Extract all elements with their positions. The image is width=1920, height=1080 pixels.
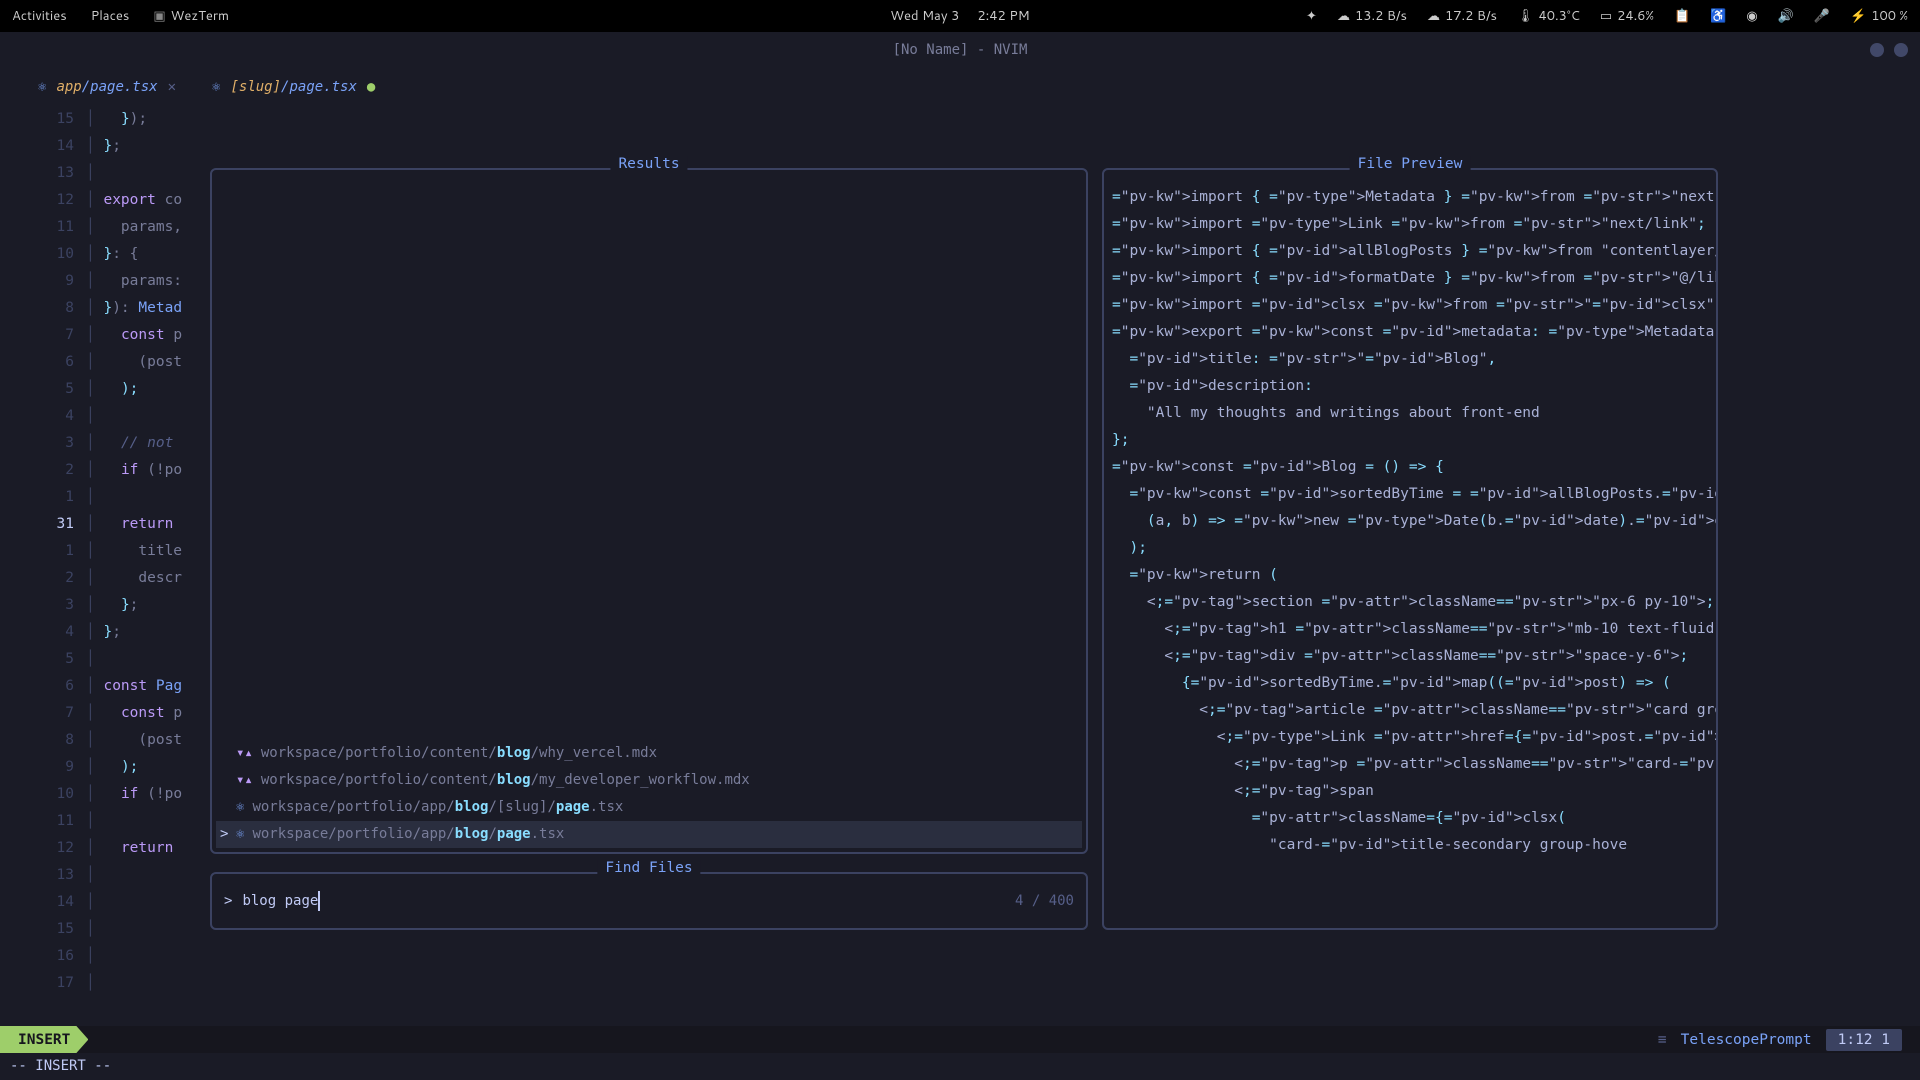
react-icon: ⚛ bbox=[236, 794, 244, 821]
react-icon: ⚛ bbox=[38, 79, 46, 95]
markdown-icon: ▾▴ bbox=[236, 740, 253, 767]
telescope-prompt: Find Files > blog page 4 / 400 bbox=[210, 872, 1088, 930]
gnome-topbar: Activities Places ▣ WezTerm Wed May 3 2:… bbox=[0, 0, 1920, 32]
search-input[interactable]: blog page bbox=[242, 891, 1015, 911]
volume-icon[interactable]: 🔊 bbox=[1778, 7, 1794, 25]
preview-title: File Preview bbox=[1350, 156, 1471, 172]
markdown-icon: ▾▴ bbox=[236, 767, 253, 794]
cpu-icon: ▭ bbox=[1600, 7, 1612, 25]
result-item[interactable]: ▾▴workspace/portfolio/content/blog/my_de… bbox=[216, 767, 1082, 794]
download-icon: ☁ bbox=[1337, 7, 1350, 25]
results-title: Results bbox=[610, 156, 687, 172]
statusline: INSERT ≡ TelescopePrompt 1:12 1 bbox=[0, 1026, 1920, 1053]
app-menu[interactable]: ▣ WezTerm bbox=[153, 7, 229, 25]
window-titlebar: [No Name] - NVIM bbox=[0, 32, 1920, 68]
text-cursor bbox=[318, 891, 320, 911]
telescope-picker: Results ▾▴workspace/portfolio/content/bl… bbox=[210, 168, 1718, 930]
net-up-indicator: ☁17.2 B/s bbox=[1427, 7, 1497, 25]
line-gutter: 1514131211109876543213112345678910111213… bbox=[0, 106, 86, 1022]
close-icon[interactable]: ✕ bbox=[168, 79, 176, 95]
modified-indicator: ● bbox=[367, 79, 375, 95]
clock-date[interactable]: Wed May 3 bbox=[890, 7, 959, 25]
window-title: [No Name] - NVIM bbox=[893, 42, 1028, 58]
filetype-indicator: TelescopePrompt bbox=[1681, 1032, 1812, 1048]
telescope-results: Results ▾▴workspace/portfolio/content/bl… bbox=[210, 168, 1088, 854]
mic-icon[interactable]: 🎤 bbox=[1814, 7, 1830, 25]
net-down-indicator: ☁13.2 B/s bbox=[1337, 7, 1407, 25]
window-minimize[interactable] bbox=[1870, 43, 1884, 57]
upload-icon: ☁ bbox=[1427, 7, 1440, 25]
result-item[interactable]: >⚛workspace/portfolio/app/blog/page.tsx bbox=[216, 821, 1082, 848]
clock-time[interactable]: 2:42 PM bbox=[977, 7, 1029, 25]
clipboard-icon[interactable]: 📋 bbox=[1674, 7, 1690, 25]
telescope-preview: File Preview ="pv-kw">import { ="pv-type… bbox=[1102, 168, 1718, 930]
extension-icon[interactable]: ✦ bbox=[1306, 7, 1317, 25]
hamburger-icon: ≡ bbox=[1658, 1032, 1667, 1048]
tab-slug-page[interactable]: ⚛ [slug]/page.tsx ● bbox=[194, 73, 393, 101]
accessibility-icon[interactable]: ♿ bbox=[1710, 7, 1726, 25]
mode-indicator: INSERT bbox=[0, 1026, 88, 1053]
command-line: -- INSERT -- bbox=[0, 1053, 1920, 1080]
battery-indicator[interactable]: ⚡100 % bbox=[1850, 7, 1908, 25]
cpu-indicator: ▭24.6% bbox=[1600, 7, 1654, 25]
activities-button[interactable]: Activities bbox=[12, 7, 67, 25]
temperature-indicator: 🌡40.3°C bbox=[1517, 7, 1580, 25]
thermometer-icon: 🌡 bbox=[1517, 7, 1534, 25]
react-icon: ⚛ bbox=[212, 79, 220, 95]
cursor-position: 1:12 1 bbox=[1826, 1029, 1902, 1051]
tab-app-page[interactable]: ⚛ app/page.tsx ✕ bbox=[20, 73, 194, 101]
terminal-icon: ▣ bbox=[153, 7, 165, 25]
places-menu[interactable]: Places bbox=[91, 7, 130, 25]
prompt-caret-icon: > bbox=[224, 893, 232, 909]
battery-icon: ⚡ bbox=[1850, 7, 1866, 25]
result-item[interactable]: ▾▴workspace/portfolio/content/blog/why_v… bbox=[216, 740, 1082, 767]
react-icon: ⚛ bbox=[236, 821, 244, 848]
result-item[interactable]: ⚛workspace/portfolio/app/blog/[slug]/pag… bbox=[216, 794, 1082, 821]
window-maximize[interactable] bbox=[1894, 43, 1908, 57]
wifi-icon[interactable]: ◉ bbox=[1746, 7, 1757, 25]
prompt-title: Find Files bbox=[597, 860, 700, 876]
result-count: 4 / 400 bbox=[1015, 893, 1074, 909]
buffer-tabs: ⚛ app/page.tsx ✕ ⚛ [slug]/page.tsx ● bbox=[0, 68, 1920, 106]
